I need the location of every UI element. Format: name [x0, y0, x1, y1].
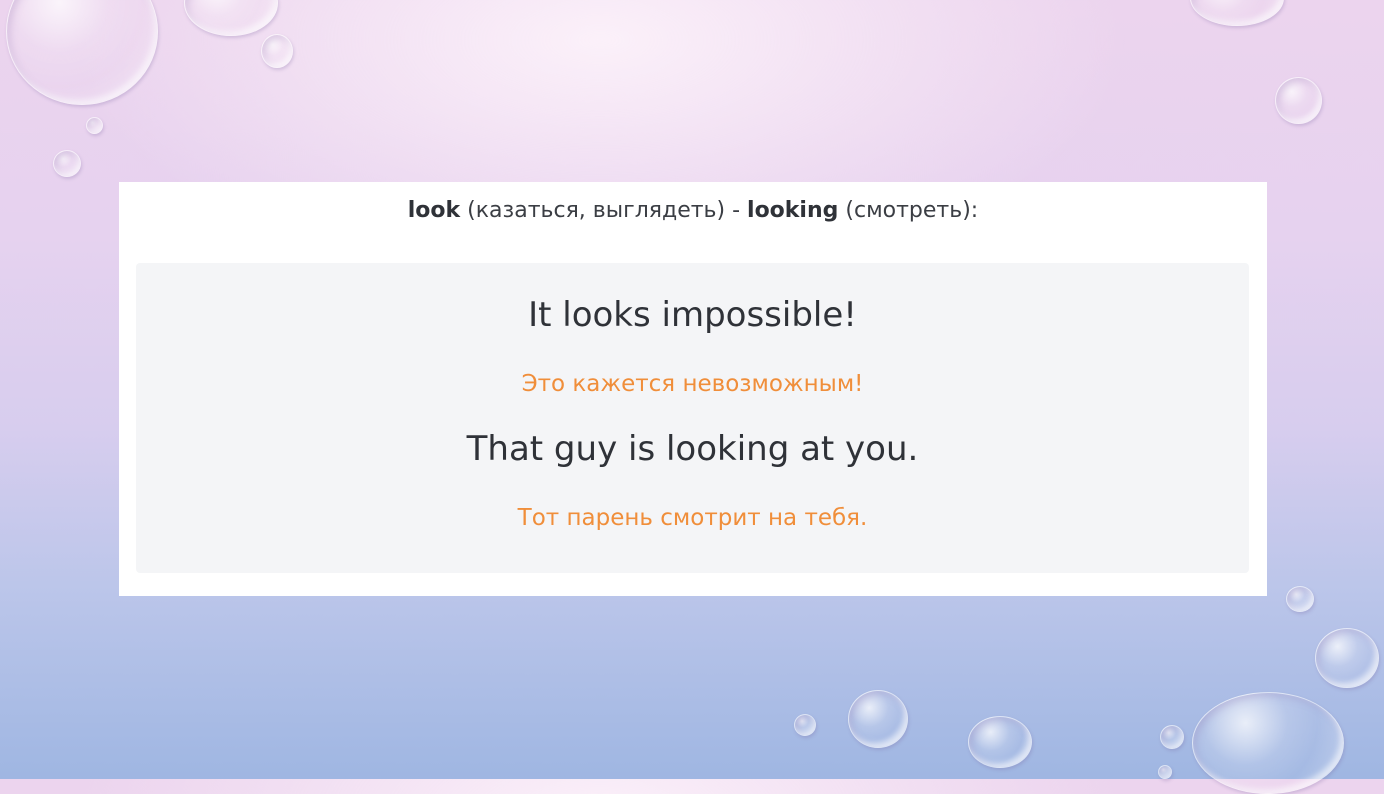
- water-drop-decoration: [1275, 77, 1322, 124]
- heading-word-looking-translation: (смотреть):: [838, 198, 979, 223]
- example-english: It looks impossible!: [528, 295, 857, 335]
- water-drop-decoration: [968, 716, 1032, 768]
- example-english: That guy is looking at you.: [466, 429, 919, 469]
- heading: look (казаться, выглядеть) - looking (см…: [119, 198, 1267, 223]
- water-drop-decoration: [6, 0, 158, 105]
- water-drop-decoration: [848, 690, 908, 748]
- water-drop-decoration: [794, 714, 816, 736]
- water-drop-decoration: [1190, 0, 1284, 26]
- water-drop-decoration: [261, 34, 293, 68]
- content-card: look (казаться, выглядеть) - looking (см…: [119, 182, 1267, 596]
- heading-word-looking: looking: [747, 198, 839, 223]
- water-drop-decoration: [184, 0, 278, 36]
- water-drop-decoration: [1286, 586, 1314, 612]
- water-drop-decoration: [1160, 725, 1184, 749]
- heading-word-look-translation: (казаться, выглядеть) -: [460, 198, 748, 223]
- examples-panel: It looks impossible! Это кажется невозмо…: [136, 263, 1249, 573]
- water-drop-decoration: [1315, 628, 1379, 688]
- example-russian: Тот парень смотрит на тебя.: [517, 505, 868, 531]
- example-russian: Это кажется невозможным!: [521, 371, 864, 397]
- water-drop-decoration: [1158, 765, 1172, 779]
- water-drop-decoration: [86, 117, 103, 134]
- water-drop-decoration: [53, 150, 81, 177]
- heading-word-look: look: [407, 198, 461, 223]
